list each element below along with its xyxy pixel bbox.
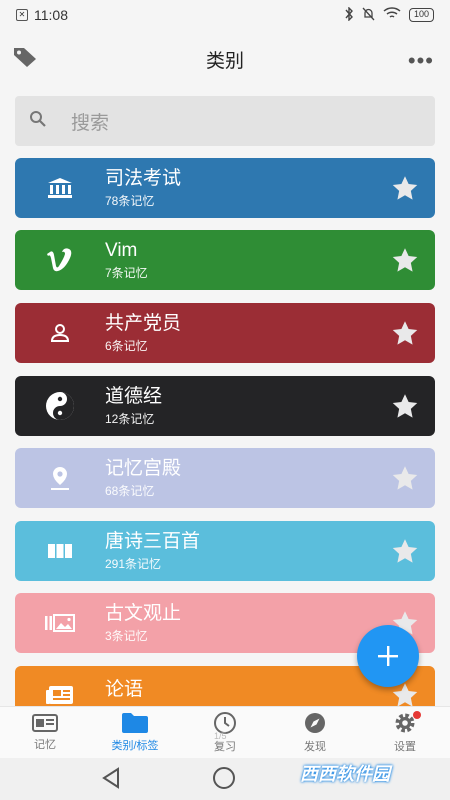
category-count: 12条记忆 bbox=[105, 412, 155, 426]
category-name: 唐诗三百首 bbox=[105, 531, 201, 552]
category-card[interactable]: 记忆宫殿 68条记忆 bbox=[15, 448, 435, 508]
nav-label: 记忆 bbox=[34, 739, 56, 751]
nav-item-settings[interactable]: 设置 bbox=[360, 707, 450, 758]
nav-item-memory[interactable]: 记忆 bbox=[0, 707, 90, 758]
bank-icon bbox=[15, 177, 105, 199]
nav-item-discover[interactable]: 发现 bbox=[270, 707, 360, 758]
person-icon bbox=[15, 322, 105, 344]
category-count: 3条记忆 bbox=[105, 629, 148, 643]
plus-icon bbox=[378, 646, 398, 666]
category-name: 道德经 bbox=[105, 386, 163, 407]
nav-label: 设置 bbox=[394, 741, 416, 753]
star-icon[interactable] bbox=[375, 538, 435, 565]
page-title: 类别 bbox=[205, 50, 244, 72]
category-card[interactable]: 唐诗三百首 291条记忆 bbox=[15, 521, 435, 581]
category-name: 记忆宫殿 bbox=[105, 458, 182, 479]
category-card[interactable]: 司法考试 78条记忆 bbox=[15, 158, 435, 218]
mute-bell-icon bbox=[362, 7, 375, 24]
category-name: Vim bbox=[105, 240, 138, 261]
category-name: 论语 bbox=[105, 679, 144, 700]
location-pin-icon bbox=[15, 465, 105, 491]
category-card[interactable]: 道德经 12条记忆 bbox=[15, 376, 435, 436]
status-bar: ✕ 11:08 100 bbox=[0, 0, 450, 30]
more-options-icon[interactable]: ••• bbox=[408, 48, 434, 74]
star-icon[interactable] bbox=[375, 393, 435, 420]
vimeo-icon bbox=[15, 248, 105, 272]
compass-icon bbox=[305, 713, 325, 733]
yin-yang-icon bbox=[15, 391, 105, 421]
wifi-icon bbox=[383, 7, 401, 23]
card-icon bbox=[32, 714, 58, 732]
watermark-text: 西西软件园 bbox=[300, 764, 390, 784]
status-time: 11:08 bbox=[34, 7, 68, 23]
columns-icon bbox=[15, 543, 105, 559]
star-icon[interactable] bbox=[375, 175, 435, 202]
nav-item-categories[interactable]: 类别/标签 bbox=[90, 707, 180, 758]
star-icon[interactable] bbox=[375, 247, 435, 274]
bluetooth-icon bbox=[344, 5, 354, 24]
category-name: 共产党员 bbox=[105, 313, 182, 334]
app-bar: 类别 ••• bbox=[0, 30, 450, 88]
nav-label: 类别/标签 bbox=[111, 740, 159, 752]
add-category-button[interactable] bbox=[357, 625, 419, 687]
category-name: 古文观止 bbox=[105, 603, 182, 624]
tag-icon[interactable] bbox=[12, 46, 38, 73]
category-count: 68条记忆 bbox=[105, 484, 155, 498]
category-name: 司法考试 bbox=[105, 168, 182, 189]
nav-label: 发现 bbox=[304, 741, 326, 753]
star-icon[interactable] bbox=[375, 465, 435, 492]
star-icon[interactable] bbox=[375, 320, 435, 347]
newspaper-icon bbox=[15, 678, 105, 706]
search-icon bbox=[29, 110, 47, 133]
search-placeholder: 搜索 bbox=[71, 112, 110, 134]
category-card[interactable]: Vim 7条记忆 bbox=[15, 230, 435, 290]
sim-icon: ✕ bbox=[16, 9, 28, 21]
home-icon[interactable] bbox=[213, 767, 235, 789]
category-count: 291条记忆 bbox=[105, 557, 162, 571]
notification-dot bbox=[413, 711, 421, 719]
folder-icon bbox=[122, 713, 148, 733]
category-count: 7条记忆 bbox=[105, 266, 148, 280]
gallery-icon bbox=[15, 614, 105, 632]
page-indicator: 1/5 bbox=[214, 731, 227, 741]
category-count: 6条记忆 bbox=[105, 339, 148, 353]
category-count: 78条记忆 bbox=[105, 194, 155, 208]
back-icon[interactable] bbox=[100, 766, 122, 795]
battery-indicator: 100 bbox=[408, 8, 434, 22]
category-card[interactable]: 共产党员 6条记忆 bbox=[15, 303, 435, 363]
search-input[interactable]: 搜索 bbox=[15, 96, 435, 146]
